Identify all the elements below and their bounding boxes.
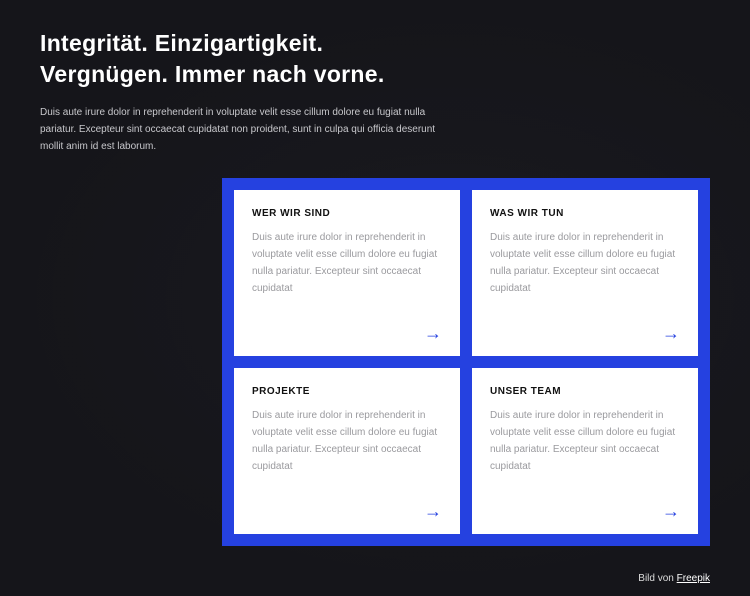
credit-label: Bild von [638, 573, 674, 584]
arrow-right-icon[interactable]: → [424, 502, 442, 520]
card-title: WAS WIR TUN [490, 208, 680, 219]
card-was-wir-tun[interactable]: WAS WIR TUN Duis aute irure dolor in rep… [472, 190, 698, 356]
card-title: UNSER TEAM [490, 386, 680, 397]
image-credit: Bild von Freepik [638, 573, 710, 584]
cards-grid: WER WIR SIND Duis aute irure dolor in re… [222, 178, 710, 546]
card-body: Duis aute irure dolor in reprehenderit i… [490, 229, 680, 324]
card-title: WER WIR SIND [252, 208, 442, 219]
card-body: Duis aute irure dolor in reprehenderit i… [252, 407, 442, 502]
card-body: Duis aute irure dolor in reprehenderit i… [490, 407, 680, 502]
card-body: Duis aute irure dolor in reprehenderit i… [252, 229, 442, 324]
arrow-right-icon[interactable]: → [662, 324, 680, 342]
page-title: Integrität. Einzigartigkeit. Vergnügen. … [40, 28, 400, 90]
credit-link[interactable]: Freepik [677, 573, 710, 584]
arrow-right-icon[interactable]: → [662, 502, 680, 520]
card-projekte[interactable]: PROJEKTE Duis aute irure dolor in repreh… [234, 368, 460, 534]
card-title: PROJEKTE [252, 386, 442, 397]
intro-text: Duis aute irure dolor in reprehenderit i… [40, 104, 460, 155]
arrow-right-icon[interactable]: → [424, 324, 442, 342]
card-unser-team[interactable]: UNSER TEAM Duis aute irure dolor in repr… [472, 368, 698, 534]
card-wer-wir-sind[interactable]: WER WIR SIND Duis aute irure dolor in re… [234, 190, 460, 356]
